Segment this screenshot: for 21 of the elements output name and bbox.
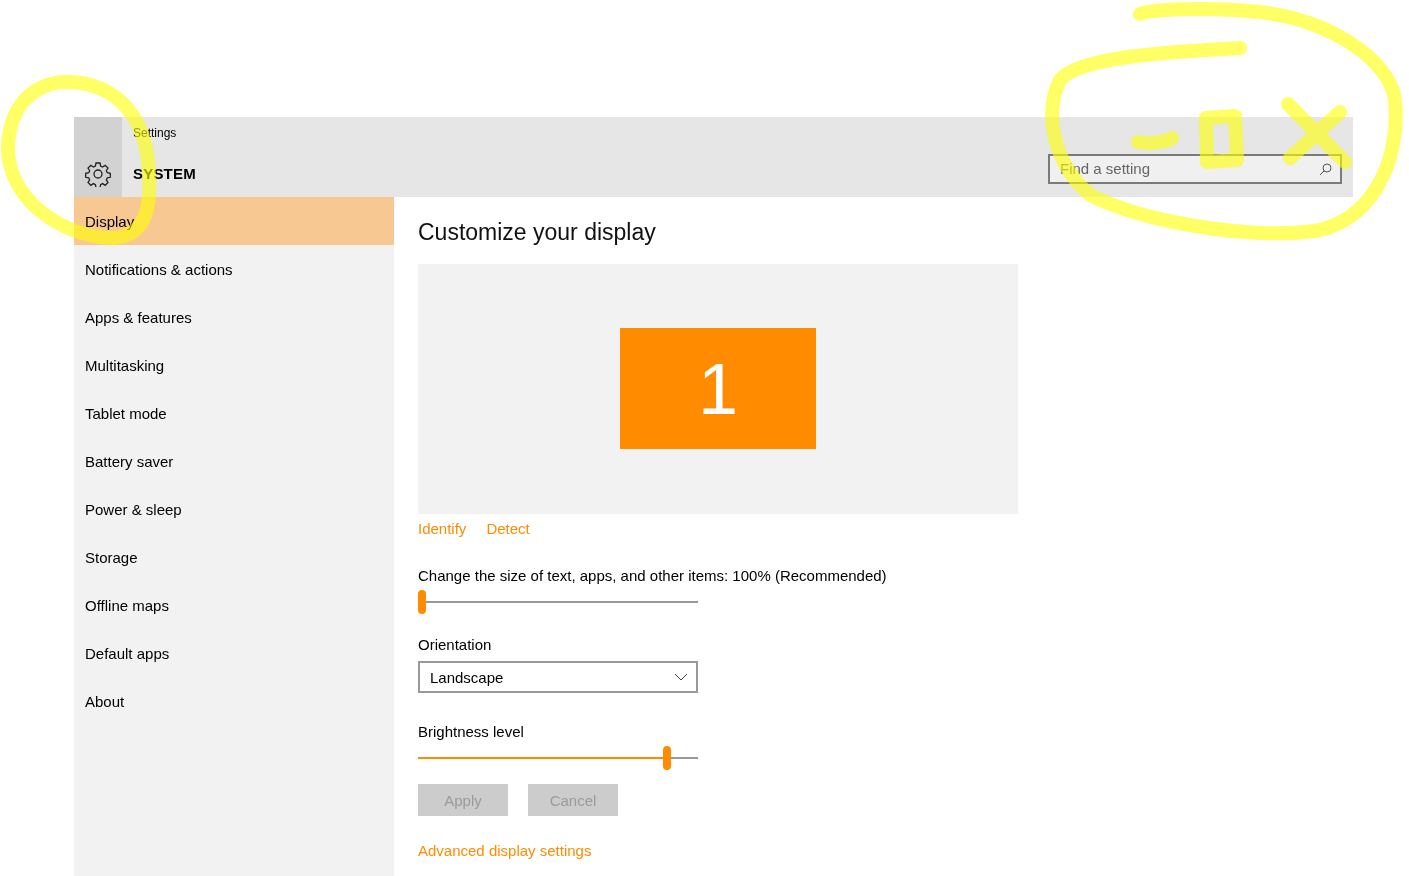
chevron-icon [674, 673, 688, 681]
sidebar-item[interactable]: Battery saver [74, 437, 394, 485]
sidebar-item[interactable]: Display [74, 197, 394, 245]
sidebar-item[interactable]: Multitasking [74, 341, 394, 389]
sidebar-item[interactable]: Default apps [74, 629, 394, 677]
orientation-dropdown[interactable]: Landscape [418, 661, 698, 693]
page-heading: Customize your display [418, 219, 656, 246]
sidebar-item[interactable]: Power & sleep [74, 485, 394, 533]
sidebar-item[interactable]: Offline maps [74, 581, 394, 629]
sidebar-item[interactable]: Notifications & actions [74, 245, 394, 293]
brightness-label: Brightness level [418, 723, 524, 740]
orientation-label: Orientation [418, 636, 492, 653]
settings-icon [85, 160, 111, 187]
sidebar-item[interactable]: Storage [74, 533, 394, 581]
sidebar-item[interactable]: Tablet mode [74, 389, 394, 437]
search-icon [1319, 162, 1332, 176]
sidebar-item[interactable]: Apps & features [74, 293, 394, 341]
scale-label: Change the size of text, apps, and other items: 100% (Recommended) [418, 567, 887, 584]
slider-thumb[interactable] [418, 590, 426, 614]
sidebar-item[interactable]: About [74, 677, 394, 725]
slider-thumb[interactable] [663, 746, 672, 770]
